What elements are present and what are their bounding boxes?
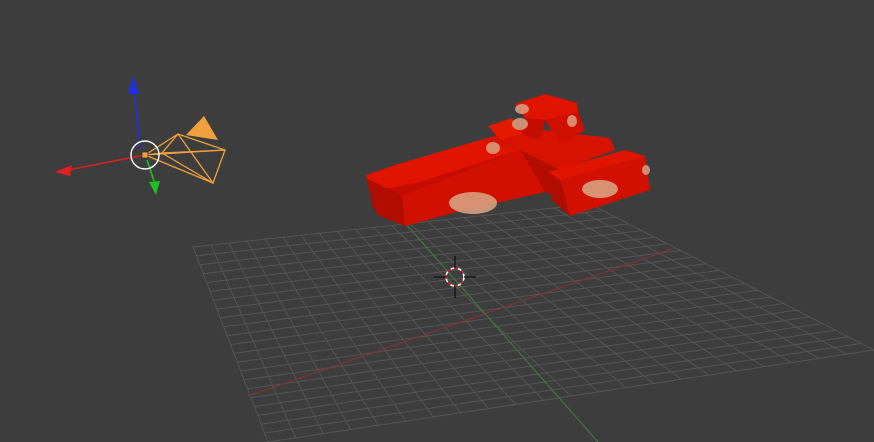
viewport-canvas[interactable] <box>0 0 874 442</box>
car-spot <box>515 104 529 114</box>
object-origin-dot <box>141 151 149 159</box>
car-spot <box>642 165 650 175</box>
car-spot <box>449 192 497 214</box>
car-spot <box>486 142 500 154</box>
car-spot <box>567 115 577 127</box>
car-spot <box>582 180 618 198</box>
car-spot <box>512 118 528 130</box>
3d-viewport[interactable] <box>0 0 874 442</box>
